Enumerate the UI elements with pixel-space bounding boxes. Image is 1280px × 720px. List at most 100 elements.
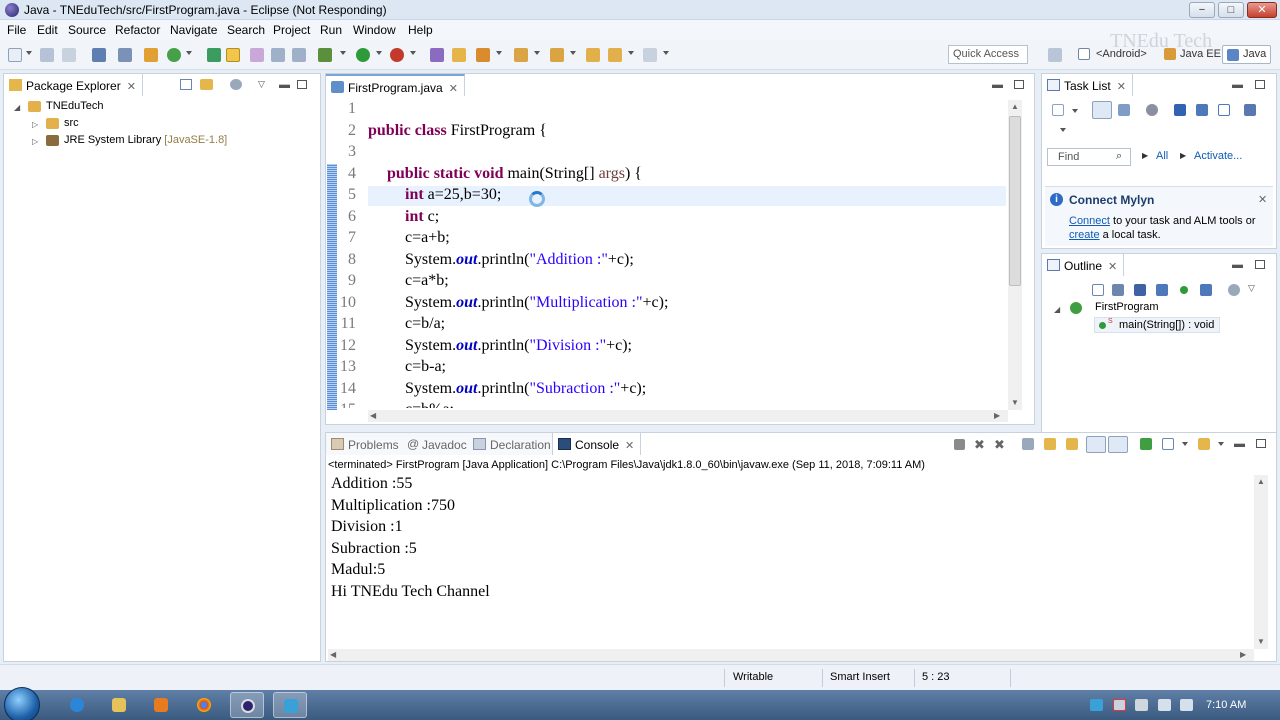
show-on-stderr-icon[interactable] <box>1108 436 1128 453</box>
close-icon[interactable]: ✕ <box>449 82 458 95</box>
menu-search[interactable]: Search <box>227 23 265 37</box>
new-java-project-icon[interactable] <box>430 48 444 62</box>
word-wrap-icon[interactable] <box>1066 438 1078 450</box>
code-line-8[interactable]: System.out.println("Addition :"+c); <box>405 251 634 269</box>
create-link[interactable]: create <box>1069 229 1100 241</box>
new-task-icon[interactable] <box>1052 104 1064 116</box>
search-icon[interactable] <box>207 48 221 62</box>
outline-class-firstprogram[interactable]: FirstProgram <box>1095 301 1159 313</box>
scroll-down-icon[interactable]: ▼ <box>1257 637 1265 646</box>
remove-all-terminated-icon[interactable]: ✖ <box>994 438 1007 451</box>
sort-icon[interactable] <box>1112 284 1124 296</box>
scroll-up-icon[interactable]: ▲ <box>1011 102 1019 111</box>
network-icon[interactable] <box>1113 699 1126 711</box>
activate-task-link[interactable]: Activate... <box>1194 150 1242 162</box>
chevron-down-icon[interactable] <box>496 51 502 55</box>
view-menu-chevron-icon[interactable]: ▽ <box>1248 283 1255 294</box>
maximize-view-icon[interactable] <box>1256 439 1266 448</box>
code-line-6[interactable]: int c; <box>405 208 439 226</box>
tab-javadoc[interactable]: @ Javadoc <box>402 433 473 455</box>
connect-link[interactable]: Connect <box>1069 215 1110 227</box>
collapse-icon[interactable]: ▷ <box>32 120 38 129</box>
code-line-11[interactable]: c=b/a; <box>405 315 445 333</box>
code-line-9[interactable]: c=a*b; <box>405 272 449 290</box>
block-selection-icon[interactable] <box>271 48 285 62</box>
outline-method-main[interactable]: S main(String[]) : void <box>1094 317 1220 333</box>
new-file-icon[interactable] <box>8 48 22 62</box>
menu-file[interactable]: File <box>7 23 26 37</box>
scroll-right-icon[interactable]: ▶ <box>1240 650 1246 659</box>
code-line-2[interactable]: public class FirstProgram { <box>368 122 547 140</box>
taskbar-file-explorer[interactable] <box>102 692 136 718</box>
chevron-down-icon[interactable] <box>26 51 32 55</box>
tab-console[interactable]: Console ✕ <box>552 433 642 455</box>
close-icon[interactable]: ✕ <box>127 80 136 93</box>
sync-icon[interactable] <box>1244 104 1256 116</box>
hide-static-icon[interactable] <box>1156 284 1168 296</box>
menu-run[interactable]: Run <box>320 23 342 37</box>
code-line-5[interactable]: int a=25,b=30; <box>405 186 501 204</box>
tab-problems[interactable]: Problems <box>326 433 405 455</box>
perspective-java[interactable]: Java <box>1222 45 1272 64</box>
expand-icon[interactable]: ◢ <box>14 103 20 112</box>
previous-annotation-icon[interactable] <box>550 48 564 62</box>
close-icon[interactable]: ✕ <box>1117 80 1126 93</box>
save-all-icon[interactable] <box>62 48 76 62</box>
view-menu-icon[interactable] <box>230 79 242 90</box>
skip-breakpoints-icon[interactable] <box>118 48 132 62</box>
show-on-stdout-icon[interactable] <box>1086 436 1106 453</box>
console-vertical-scrollbar[interactable]: ▲ ▼ <box>1254 475 1268 649</box>
save-icon[interactable] <box>40 48 54 62</box>
pin-console-icon[interactable] <box>1140 438 1152 450</box>
chevron-down-icon[interactable] <box>570 51 576 55</box>
display-console-icon[interactable] <box>1162 438 1174 450</box>
minimize-button[interactable]: − <box>1189 2 1215 18</box>
menu-help[interactable]: Help <box>408 23 433 37</box>
maximize-button[interactable]: □ <box>1218 2 1244 18</box>
menu-project[interactable]: Project <box>273 23 310 37</box>
chevron-down-icon[interactable] <box>340 51 346 55</box>
view-menu-chevron-icon[interactable] <box>1060 128 1066 132</box>
hide-non-public-icon[interactable] <box>1180 286 1188 294</box>
hide-completed-icon[interactable] <box>1174 104 1186 116</box>
chevron-down-icon[interactable] <box>1182 442 1188 446</box>
tab-task-list[interactable]: Task List ✕ <box>1042 74 1133 96</box>
categorized-icon[interactable] <box>1092 101 1112 119</box>
taskbar-recorder[interactable] <box>273 692 307 718</box>
chevron-down-icon[interactable] <box>663 51 669 55</box>
flag-icon[interactable] <box>1158 699 1171 711</box>
scroll-thumb[interactable] <box>1009 116 1021 286</box>
menu-window[interactable]: Window <box>353 23 396 37</box>
minimize-view-icon[interactable]: ▬ <box>1234 438 1245 450</box>
forward-icon[interactable] <box>643 48 657 62</box>
chevron-down-icon[interactable] <box>410 51 416 55</box>
external-tools-icon[interactable] <box>390 48 404 62</box>
code-line-7[interactable]: c=a+b; <box>405 229 450 247</box>
edit-icon[interactable] <box>476 48 490 62</box>
scroll-down-icon[interactable]: ▼ <box>1011 398 1019 407</box>
status-insert-mode[interactable]: Smart Insert <box>830 671 890 683</box>
recorder-tray-icon[interactable] <box>1090 699 1103 711</box>
maximize-view-icon[interactable] <box>1255 80 1265 89</box>
minimize-editor-icon[interactable]: ▬ <box>992 79 1003 91</box>
collapse-all-icon[interactable] <box>1092 284 1104 296</box>
usb-icon[interactable] <box>1135 699 1148 711</box>
close-icon[interactable]: ✕ <box>625 439 634 452</box>
search-icon[interactable]: ⌕ <box>1116 150 1122 163</box>
task-find-input[interactable]: Find ⌕ <box>1047 148 1131 166</box>
minimize-view-icon[interactable]: ▬ <box>279 79 290 91</box>
scroll-right-icon[interactable]: ▶ <box>994 411 1000 420</box>
tab-outline[interactable]: Outline ✕ <box>1042 254 1125 276</box>
tree-project-tnedutech[interactable]: TNEduTech <box>46 100 103 112</box>
chevron-down-icon[interactable] <box>1218 442 1224 446</box>
back-icon[interactable] <box>608 48 622 62</box>
close-button[interactable]: ✕ <box>1247 2 1277 18</box>
scroll-left-icon[interactable]: ◀ <box>330 650 336 659</box>
view-menu-chevron-icon[interactable]: ▽ <box>258 79 265 90</box>
taskbar-media-player[interactable] <box>144 692 178 718</box>
minimize-view-icon[interactable]: ▬ <box>1232 259 1243 271</box>
open-type-icon[interactable] <box>452 48 466 62</box>
collapse-icon[interactable]: ▷ <box>32 137 38 146</box>
open-perspective-icon[interactable] <box>1048 48 1062 62</box>
all-filter-link[interactable]: All <box>1156 150 1168 162</box>
